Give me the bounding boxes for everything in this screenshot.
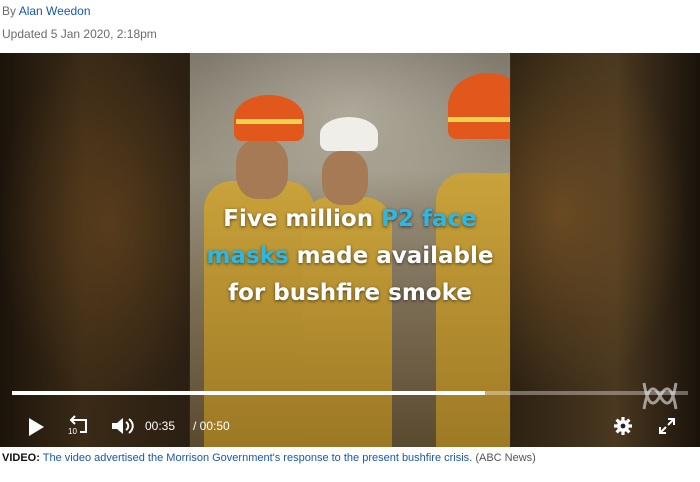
player-controls: 10 00:35 / 00:50 bbox=[0, 405, 700, 447]
video-caption: Five million P2 face masks made availabl… bbox=[198, 201, 502, 312]
duration: / 00:50 bbox=[193, 419, 230, 433]
caption-highlight: P2 face bbox=[381, 206, 477, 232]
settings-gear-icon bbox=[614, 417, 632, 435]
volume-icon bbox=[112, 418, 134, 434]
author-link[interactable]: Alan Weedon bbox=[19, 4, 91, 18]
settings-button[interactable] bbox=[611, 414, 635, 438]
play-icon bbox=[29, 418, 44, 436]
caption-text: Five million bbox=[223, 206, 374, 232]
fullscreen-icon bbox=[659, 418, 675, 434]
play-button[interactable] bbox=[24, 415, 48, 439]
fullscreen-button[interactable] bbox=[656, 415, 678, 437]
updated-timestamp: Updated 5 Jan 2020, 2:18pm bbox=[2, 27, 157, 41]
caption-text: made available bbox=[296, 243, 494, 269]
volume-button[interactable] bbox=[110, 414, 136, 438]
byline-prefix: By bbox=[2, 4, 17, 18]
replay-seconds-label: 10 bbox=[68, 427, 77, 436]
video-player[interactable]: Five million P2 face masks made availabl… bbox=[0, 53, 700, 447]
video-center-frame: Five million P2 face masks made availabl… bbox=[190, 53, 510, 447]
caption-highlight: masks bbox=[206, 243, 289, 269]
footer-description-link[interactable]: The video advertised the Morrison Govern… bbox=[43, 452, 472, 464]
caption-text: for bushfire smoke bbox=[228, 280, 472, 306]
footer-source: (ABC News) bbox=[475, 452, 536, 464]
current-time: 00:35 bbox=[145, 419, 176, 433]
video-caption-footer: VIDEO: The video advertised the Morrison… bbox=[2, 452, 536, 464]
byline: By Alan Weedon bbox=[2, 4, 91, 18]
replay-10-button[interactable]: 10 bbox=[66, 413, 92, 439]
footer-label: VIDEO: bbox=[2, 452, 40, 464]
progress-bar[interactable] bbox=[12, 391, 688, 395]
progress-fill bbox=[12, 391, 486, 395]
